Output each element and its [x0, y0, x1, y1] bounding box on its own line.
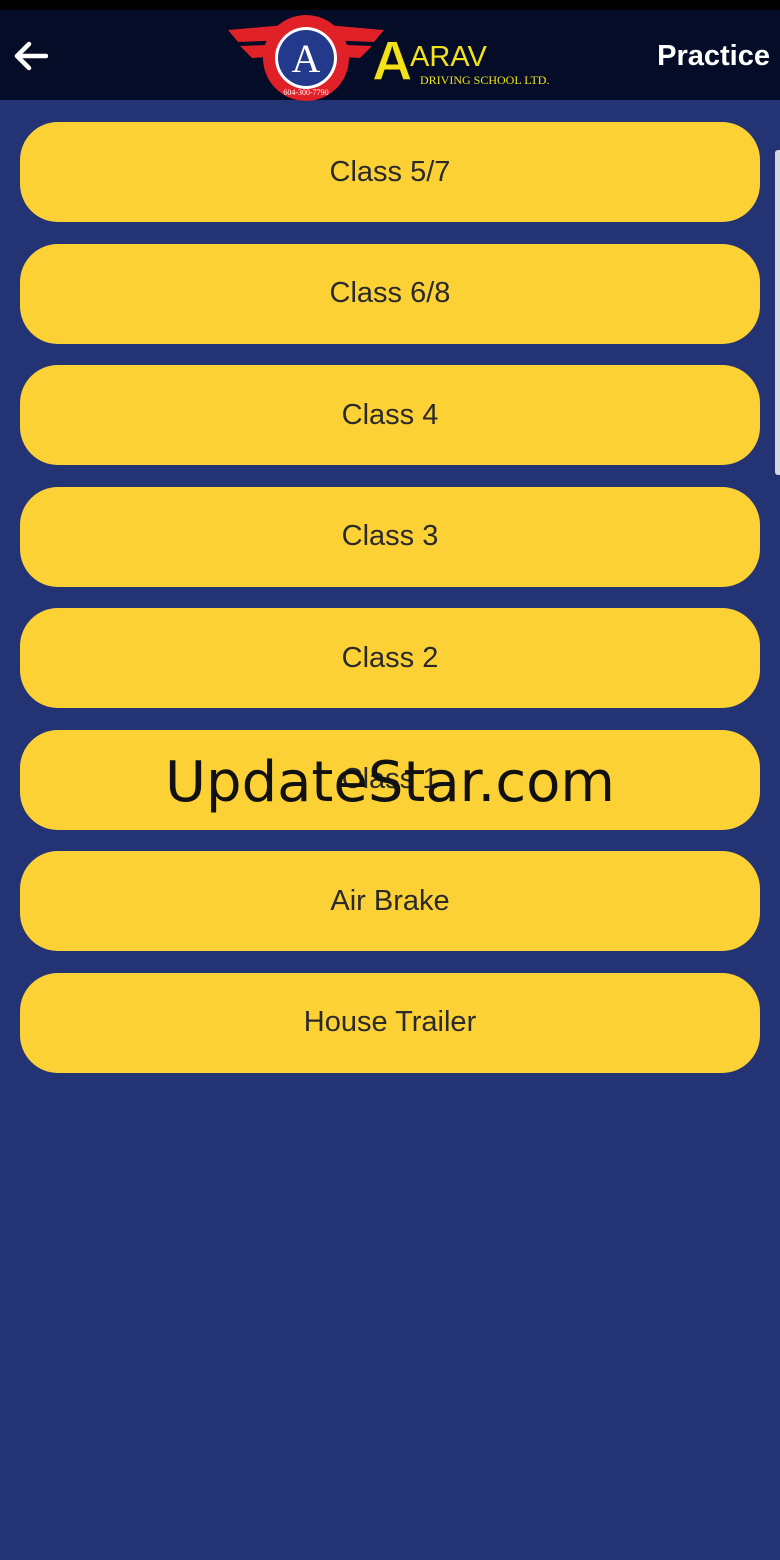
class-list: Class 5/7 Class 6/8 Class 4 Class 3 Clas… [20, 122, 760, 1094]
air-brake-button[interactable]: Air Brake [20, 851, 760, 951]
logo-phone: 604-300-7790 [283, 88, 328, 97]
logo-graphic: A 604-300-7790 A ARAV DRIVING SCHOOL LTD… [228, 15, 549, 101]
svg-text:A: A [372, 29, 412, 92]
scrollbar[interactable] [775, 150, 780, 475]
class-button-6-8[interactable]: Class 6/8 [20, 243, 760, 344]
class-button-1[interactable]: Class 1 [20, 729, 760, 830]
class-button-5-7[interactable]: Class 5/7 [20, 122, 760, 222]
class-button-4[interactable]: Class 4 [20, 365, 760, 465]
logo-subtitle: DRIVING SCHOOL LTD. [420, 73, 549, 87]
page-title: Practice [657, 40, 770, 72]
svg-text:A: A [292, 36, 321, 81]
back-button[interactable] [10, 35, 52, 77]
class-button-3[interactable]: Class 3 [20, 486, 760, 587]
logo-wordmark: ARAV [410, 41, 487, 73]
school-logo: A 604-300-7790 A ARAV DRIVING SCHOOL LTD… [226, 12, 566, 102]
status-bar [0, 0, 780, 10]
arrow-left-icon [14, 41, 48, 71]
app-bar: A 604-300-7790 A ARAV DRIVING SCHOOL LTD… [0, 10, 780, 102]
house-trailer-button[interactable]: House Trailer [20, 972, 760, 1073]
class-button-2[interactable]: Class 2 [20, 608, 760, 708]
